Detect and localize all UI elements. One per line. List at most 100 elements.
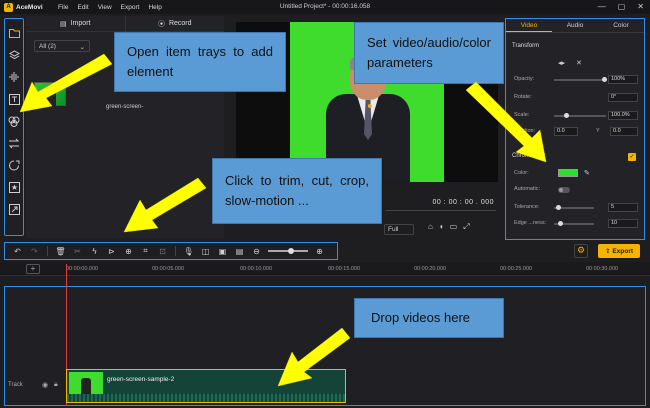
- tab-record[interactable]: ⦿ Record: [126, 16, 225, 31]
- timeline-clip[interactable]: green-screen-sample-2: [66, 369, 346, 403]
- clip-name: green-screen-sample-2: [107, 376, 175, 383]
- scale-value[interactable]: 100.0%: [608, 111, 638, 120]
- tolerance-value[interactable]: 5: [608, 203, 638, 212]
- undo-icon[interactable]: ↶: [9, 247, 26, 256]
- tolerance-slider[interactable]: [554, 205, 594, 210]
- automatic-row: Automatic:: [514, 185, 640, 195]
- position-row: Position: X 0.0 Y 0.0: [514, 127, 640, 137]
- record-icon: ⦿: [157, 20, 165, 28]
- transition-icon[interactable]: [6, 135, 22, 151]
- split-icon[interactable]: ϟ: [86, 247, 103, 256]
- pos-y-value[interactable]: 0.0: [610, 127, 638, 136]
- item-tray-rail: [4, 18, 24, 236]
- tab-color[interactable]: Color: [598, 19, 644, 32]
- opacity-slider[interactable]: [554, 77, 607, 82]
- add-track-button[interactable]: +: [26, 264, 40, 274]
- subtitle-icon[interactable]: ▤: [231, 247, 248, 256]
- freeze-icon[interactable]: ⊕: [120, 247, 137, 256]
- zoom-in-icon[interactable]: ⊕: [311, 247, 328, 256]
- menu-help[interactable]: Help: [148, 4, 161, 11]
- preview-progress[interactable]: [386, 210, 496, 211]
- track-label: Track: [8, 382, 23, 388]
- filter-icon[interactable]: [6, 157, 22, 173]
- audio-icon[interactable]: [6, 69, 22, 85]
- maximize-button[interactable]: ▢: [618, 2, 626, 11]
- timeline-ruler[interactable]: 00:00:00.000 00:00:05.000 00:00:10.000 0…: [0, 262, 650, 276]
- snapshot-icon[interactable]: ⌂: [428, 222, 433, 232]
- tab-audio[interactable]: Audio: [552, 19, 598, 32]
- scale-slider[interactable]: [554, 113, 606, 118]
- menu-edit[interactable]: Edit: [77, 4, 88, 11]
- app-name: AceMovi: [16, 3, 43, 11]
- zoom-out-icon[interactable]: ⊖: [248, 247, 265, 256]
- ruler-tick: 00:00:20.000: [414, 266, 447, 272]
- edge-label: Edge ...ness:: [514, 220, 547, 226]
- callout-parameters: Set video/audio/color parameters: [354, 22, 504, 84]
- flip-horizontal-icon[interactable]: ◂▸: [558, 59, 565, 67]
- dropdown-value: All (2): [39, 43, 56, 50]
- layers-icon[interactable]: [6, 47, 22, 63]
- media-clip-thumbnail[interactable]: [34, 82, 66, 107]
- text-icon[interactable]: [6, 91, 22, 107]
- export-button[interactable]: ⇪ Export: [598, 244, 640, 258]
- transform-handle[interactable]: [368, 104, 372, 108]
- cut-icon[interactable]: ✂: [69, 247, 86, 256]
- chroma-color-row: Color: ✎: [514, 169, 640, 179]
- delete-icon[interactable]: 🗑︎: [52, 247, 69, 256]
- chevron-down-icon: ⌄: [79, 44, 85, 51]
- chroma-color-swatch[interactable]: [558, 169, 578, 177]
- menu-view[interactable]: View: [98, 4, 112, 11]
- menu-export[interactable]: Export: [121, 4, 140, 11]
- pip-icon[interactable]: [6, 201, 22, 217]
- automatic-label: Automatic:: [514, 186, 540, 192]
- logo-icon: A: [4, 2, 13, 12]
- minimize-button[interactable]: —: [598, 2, 606, 11]
- snapshot-tool-icon[interactable]: ▣: [214, 247, 231, 256]
- tab-video[interactable]: Video: [506, 19, 552, 32]
- clip-thumbnail: [69, 372, 103, 394]
- scale-row: Scale: 100.0%: [514, 111, 640, 121]
- tab-record-label: Record: [168, 20, 192, 27]
- callout-drop: Drop videos here: [354, 298, 504, 338]
- preview-zoom-select[interactable]: Full: [384, 224, 414, 235]
- marker-icon[interactable]: ◫: [197, 247, 214, 256]
- properties-panel: Video Audio Color Transform ◂▸ ✕ Opacity…: [505, 18, 645, 240]
- ruler-tick: 00:00:00.000: [66, 266, 99, 272]
- close-button[interactable]: ✕: [637, 2, 644, 11]
- zoom-slider[interactable]: [268, 248, 308, 253]
- lock-icon[interactable]: 🔒︎: [54, 381, 58, 389]
- mic-icon[interactable]: 🎙︎: [180, 247, 197, 256]
- edge-slider[interactable]: [554, 221, 594, 226]
- tab-import[interactable]: ▤ Import: [26, 16, 126, 31]
- redo-icon[interactable]: ↷: [26, 247, 43, 256]
- crop-view-icon[interactable]: ▭: [450, 222, 458, 232]
- sticker-icon[interactable]: [6, 179, 22, 195]
- fit-icon[interactable]: ⊡: [154, 247, 171, 256]
- automatic-toggle[interactable]: [558, 187, 570, 193]
- preview-time: 00 : 00 : 00 . 000: [432, 199, 494, 206]
- crop-icon[interactable]: ⌗: [137, 246, 154, 256]
- rotate-value[interactable]: 0°: [608, 93, 638, 102]
- pos-x-value[interactable]: 0.0: [554, 127, 578, 136]
- flip-vertical-icon[interactable]: ✕: [576, 59, 582, 67]
- import-icon: ▤: [60, 20, 67, 28]
- volume-icon[interactable]: ◖: [439, 222, 444, 232]
- chroma-key-label: Chroma Key: [512, 153, 546, 159]
- eyedropper-icon[interactable]: ✎: [584, 169, 590, 177]
- overlay-icon[interactable]: [6, 113, 22, 129]
- callout-item-trays: Open item trays to add element: [114, 32, 286, 92]
- fullscreen-icon[interactable]: ⤢: [463, 222, 469, 232]
- eye-icon[interactable]: ◉: [42, 381, 48, 389]
- menu-file[interactable]: File: [58, 4, 68, 11]
- media-clip-label: green-screen-: [106, 104, 144, 110]
- media-filter-dropdown[interactable]: All (2) ⌄: [34, 40, 90, 52]
- properties-tabs: Video Audio Color: [506, 19, 644, 33]
- speed-icon[interactable]: ⊳: [103, 247, 120, 256]
- opacity-value[interactable]: 100%: [608, 75, 638, 84]
- settings-icon[interactable]: ⚙: [574, 244, 588, 258]
- callout-item-trays-text: Open item trays to add element: [127, 43, 273, 79]
- edge-value[interactable]: 10: [608, 219, 638, 228]
- folder-icon[interactable]: [6, 25, 22, 41]
- chroma-key-checkbox[interactable]: ✓: [628, 153, 636, 161]
- ruler-tick: 00:00:30.000: [586, 266, 619, 272]
